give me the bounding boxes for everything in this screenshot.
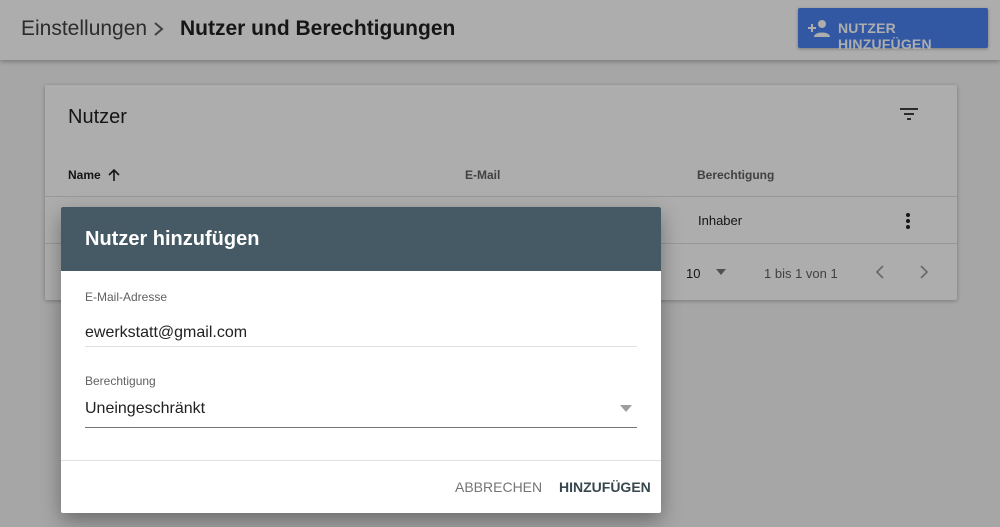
permission-underline [85, 427, 637, 428]
dialog-header: Nutzer hinzufügen [61, 207, 661, 271]
add-user-dialog: Nutzer hinzufügen E-Mail-Adresse Berecht… [61, 207, 661, 513]
permission-select-value: Uneingeschränkt [85, 400, 206, 417]
dialog-title: Nutzer hinzufügen [85, 228, 260, 250]
cancel-button[interactable]: ABBRECHEN [447, 473, 550, 501]
email-underline [85, 346, 637, 347]
email-field[interactable] [85, 321, 637, 345]
email-label: E-Mail-Adresse [85, 290, 168, 304]
add-button[interactable]: HINZUFÜGEN [551, 473, 659, 501]
permission-label: Berechtigung [85, 374, 156, 388]
divider [61, 460, 661, 461]
dropdown-caret-icon [620, 405, 632, 412]
